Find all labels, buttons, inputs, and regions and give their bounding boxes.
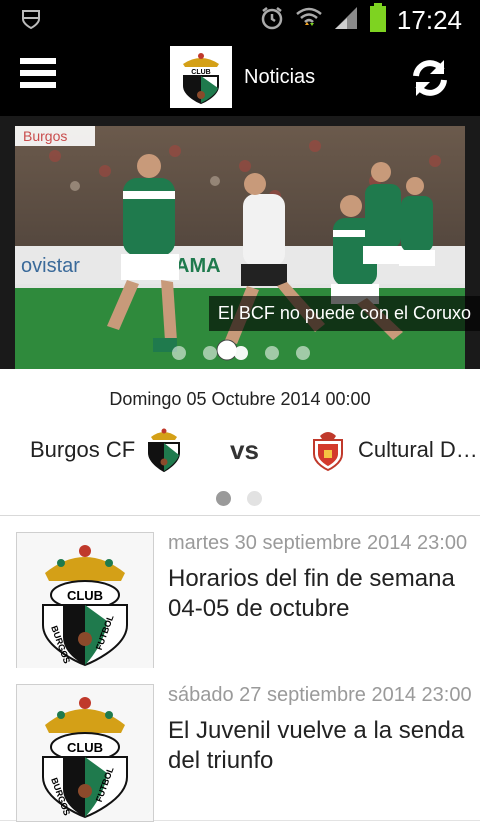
featured-news-image: Burgos ovistar AMA (15, 126, 465, 369)
featured-news-caption[interactable]: El BCF no puede con el Coruxo (208, 296, 480, 331)
news-thumbnail: CLUB BURGOS FUTBOL (16, 532, 154, 670)
svg-text:CLUB: CLUB (67, 588, 103, 603)
match-page-dot[interactable] (216, 491, 231, 506)
news-list-item[interactable]: CLUB BURGOS FUTBOL martes 30 septiembre … (0, 516, 480, 670)
news-date: martes 30 septiembre 2014 23:00 (168, 532, 468, 554)
match-page-dot[interactable] (247, 491, 262, 506)
slider-dot[interactable] (265, 346, 279, 360)
shield-notification-icon (20, 8, 42, 35)
menu-icon (20, 58, 56, 64)
alarm-icon (259, 5, 285, 36)
signal-icon (333, 5, 359, 36)
page-title: Noticias (244, 66, 316, 88)
away-team-name: Cultural D… (358, 437, 478, 462)
club-logo: CLUB (170, 46, 232, 108)
match-date: Domingo 05 Octubre 2014 00:00 (109, 389, 371, 409)
slider-dot[interactable] (296, 346, 310, 360)
news-slider[interactable]: Burgos ovistar AMA El BCF no puede con e… (0, 116, 480, 369)
status-bar: 17:24 (0, 0, 480, 38)
match-pagination (216, 491, 262, 506)
news-title[interactable]: El Juvenil vuelve a la senda del triunfo (168, 716, 468, 776)
slider-dot[interactable] (234, 346, 248, 360)
refresh-button[interactable] (408, 56, 452, 100)
home-team-crest (148, 428, 180, 473)
svg-text:CLUB: CLUB (191, 69, 210, 76)
versus-label: vs (230, 435, 259, 465)
away-team-crest (313, 432, 343, 472)
svg-text:AMA: AMA (175, 255, 221, 277)
svg-text:CLUB: CLUB (67, 740, 103, 755)
home-team-name: Burgos CF (30, 437, 136, 462)
battery-icon (369, 3, 387, 38)
svg-text:Burgos: Burgos (23, 128, 67, 144)
slider-dot[interactable] (203, 346, 217, 360)
refresh-icon (413, 60, 447, 96)
next-match-card[interactable]: Domingo 05 Octubre 2014 00:00 Burgos CF … (0, 369, 480, 516)
menu-button[interactable] (20, 58, 56, 94)
news-title[interactable]: Horarios del fin de semana 04-05 de octu… (168, 564, 468, 624)
slider-pagination (172, 346, 310, 360)
news-date: sábado 27 septiembre 2014 23:00 (168, 684, 472, 706)
wifi-icon (295, 5, 323, 36)
slider-dot[interactable] (172, 346, 186, 360)
news-list-item[interactable]: CLUB BURGOS FUTBOL sábado 27 septiembre … (0, 668, 480, 822)
svg-text:ovistar: ovistar (21, 255, 80, 277)
app-bar: CLUB Noticias (0, 38, 480, 116)
news-thumbnail: CLUB BURGOS FUTBOL (16, 684, 154, 822)
status-time: 17:24 (396, 5, 462, 35)
